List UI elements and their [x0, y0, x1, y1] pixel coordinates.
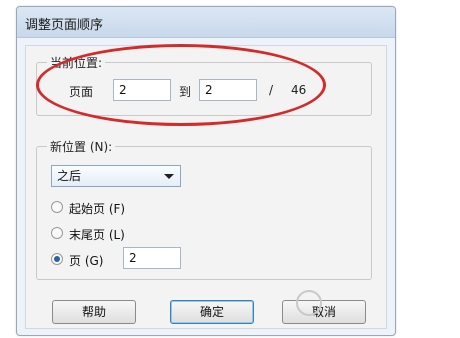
radio-last-page-label: 末尾页 (L) — [69, 228, 125, 242]
dialog-title: 调整页面顺序 — [25, 18, 104, 33]
chevron-down-icon — [164, 174, 174, 179]
reorder-pages-dialog: 调整页面顺序 当前位置: 页面 2 到 2 / 46 新位置 (N): 之后 起… — [16, 6, 396, 336]
ok-button[interactable]: 确定 — [170, 300, 254, 324]
new-position-label: 新位置 (N): — [47, 138, 116, 155]
current-position-group: 当前位置: 页面 2 到 2 / 46 — [36, 54, 372, 116]
dialog-titlebar: 调整页面顺序 — [17, 7, 395, 38]
radio-button-checked-icon[interactable] — [51, 253, 63, 265]
page-number-input[interactable]: 2 — [123, 247, 181, 269]
radio-page-label: 页 (G) — [69, 254, 104, 268]
to-page-input[interactable]: 2 — [199, 79, 257, 101]
new-position-group: 新位置 (N): 之后 起始页 (F) 末尾页 (L) 页 (G) 2 — [36, 138, 372, 280]
to-label: 到 — [179, 85, 192, 99]
pages-label: 页面 — [69, 85, 94, 99]
cancel-button[interactable]: 取消 — [282, 300, 366, 324]
separator-slash: / — [269, 83, 274, 97]
radio-first-page-label: 起始页 (F) — [69, 202, 126, 216]
from-page-input[interactable]: 2 — [113, 79, 171, 101]
help-button[interactable]: 帮助 — [52, 300, 136, 324]
current-position-label: 当前位置: — [47, 54, 106, 71]
total-pages: 46 — [291, 83, 307, 97]
position-select-value: 之后 — [57, 169, 82, 183]
radio-button-icon[interactable] — [51, 201, 63, 213]
radio-button-icon[interactable] — [51, 227, 63, 239]
position-select[interactable]: 之后 — [51, 165, 181, 187]
dialog-body: 当前位置: 页面 2 到 2 / 46 新位置 (N): 之后 起始页 (F) … — [25, 45, 387, 329]
